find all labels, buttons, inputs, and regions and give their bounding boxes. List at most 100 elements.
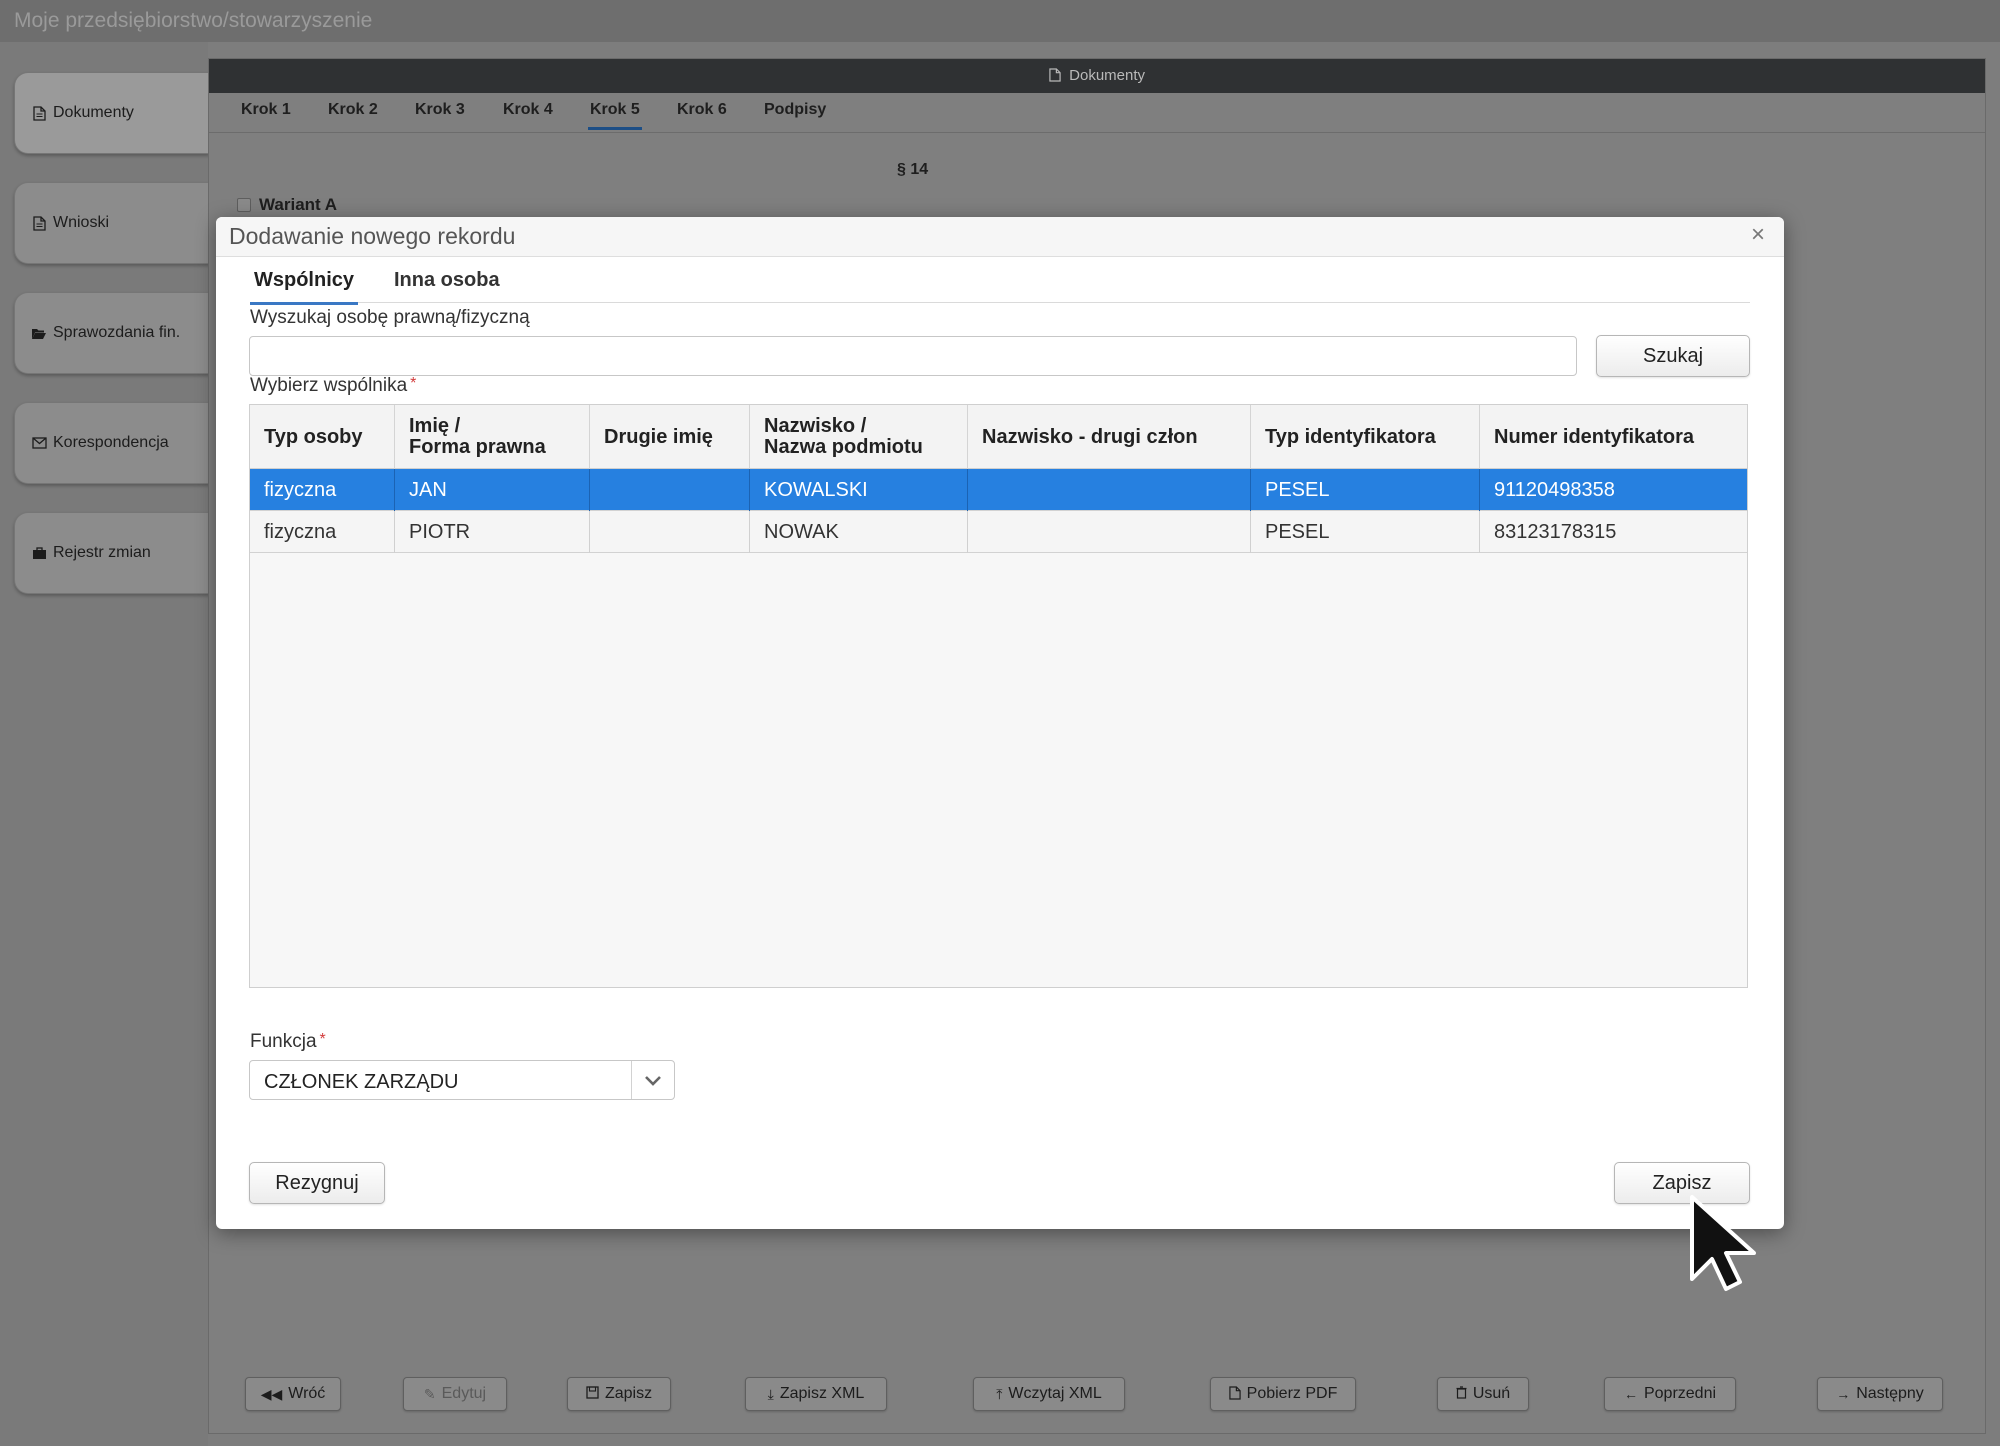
sidebar-item-wnioski[interactable]: Wnioski [14,182,210,264]
step-tabs: Krok 1 Krok 2 Krok 3 Krok 4 Krok 5 Krok … [209,93,1985,133]
table-cell: NOWAK [750,511,968,553]
table-cell: fizyczna [250,469,395,511]
app-title: Moje przedsiębiorstwo/stowarzyszenie [0,0,2000,42]
arrow-right-icon: → [1836,1386,1851,1402]
variant-checkbox[interactable] [237,198,251,212]
variant-label: Wariant A [259,195,338,214]
table-cell [968,511,1251,553]
column-header[interactable]: Typ identyfikatora [1251,405,1480,469]
tab-inna-osoba[interactable]: Inna osoba [390,269,504,302]
partners-table: Typ osoby Imię / Forma prawna Drugie imię… [249,404,1748,988]
function-label: Funkcja * [250,1031,326,1053]
load-xml-label: Wczytaj XML [1008,1385,1102,1402]
column-header-text: Typ identyfikatora [1265,425,1436,448]
column-header[interactable]: Numer identyfikatora [1480,405,1747,469]
table-cell [590,511,750,553]
sidebar: Dokumenty Wnioski Sprawozdania fin. Kore… [0,42,210,1446]
folder-open-icon [31,325,47,341]
table-cell: PIOTR [395,511,590,553]
load-xml-button[interactable]: ⤒ Wczytaj XML [973,1377,1125,1411]
sidebar-item-label: Korespondencja [53,434,169,451]
arrow-left-icon: ← [1623,1386,1638,1402]
tab-krok-1[interactable]: Krok 1 [239,101,293,127]
add-record-dialog: Dodawanie nowego rekordu × Wspólnicy Inn… [216,217,1784,1229]
document-icon [1049,67,1069,84]
column-header-text: Typ osoby [264,425,363,448]
tab-krok-5[interactable]: Krok 5 [588,101,642,130]
search-input[interactable] [249,336,1577,376]
previous-button[interactable]: ← Poprzedni [1604,1377,1736,1411]
download-pdf-label: Pobierz PDF [1246,1385,1338,1402]
sidebar-item-rejestr-zmian[interactable]: Rejestr zmian [14,512,210,594]
download-icon: ⤓ [767,1385,774,1402]
briefcase-icon [31,545,47,561]
column-header[interactable]: Imię / Forma prawna [395,405,590,469]
column-header[interactable]: Typ osoby [250,405,395,469]
search-button[interactable]: Szukaj [1596,335,1750,377]
table-cell: 83123178315 [1494,520,1617,543]
next-button-label: Następny [1856,1385,1924,1402]
delete-button[interactable]: Usuń [1437,1377,1529,1411]
document-header: Dokumenty [209,59,1985,93]
save-xml-button[interactable]: ⤓ Zapisz XML [745,1377,887,1411]
next-button[interactable]: → Następny [1817,1377,1943,1411]
table-header: Typ osoby Imię / Forma prawna Drugie imię… [250,405,1747,469]
double-chevron-left-icon: ◀◀ [260,1385,283,1402]
sidebar-item-label: Wnioski [53,214,110,231]
column-header-text: Imię / Forma prawna [409,415,546,458]
cancel-button[interactable]: Rezygnuj [249,1162,385,1204]
tab-krok-2[interactable]: Krok 2 [326,101,380,127]
mouse-pointer-icon [1690,1195,1756,1291]
upload-icon: ⤒ [996,1385,1003,1402]
table-row[interactable]: fizyczna JAN KOWALSKI PESEL 91120498358 [250,469,1747,511]
pdf-file-icon [1228,1385,1241,1403]
document-icon [31,105,47,121]
table-cell [968,469,1251,511]
required-mark: * [319,1031,326,1048]
column-header[interactable]: Drugie imię [590,405,750,469]
sidebar-item-label: Dokumenty [53,104,134,121]
trash-icon [1456,1386,1467,1402]
save-xml-label: Zapisz XML [779,1385,865,1402]
section-number: § 14 [897,161,929,178]
table-cell [590,469,750,511]
document-icon [31,215,47,231]
tab-podpisy[interactable]: Podpisy [762,101,828,127]
tab-wspolnicy[interactable]: Wspólnicy [250,269,359,305]
column-header-text: Drugie imię [604,425,713,448]
close-icon[interactable]: × [1746,223,1770,247]
dialog-title: Dodawanie nowego rekordu [229,223,516,249]
back-button[interactable]: ◀◀ Wróć [245,1377,341,1411]
save-document-button[interactable]: Zapisz [567,1377,671,1411]
save-document-label: Zapisz [604,1385,653,1402]
download-pdf-button[interactable]: Pobierz PDF [1210,1377,1356,1411]
delete-button-label: Usuń [1472,1385,1511,1402]
variant-option[interactable]: Wariant A [237,195,337,215]
document-toolbar: ◀◀ Wróć ✎ Edytuj Zapisz ⤓ Zapisz XML ⤒ Wczyt… [209,1377,1985,1413]
table-cell: JAN [395,469,590,511]
sidebar-item-korespondencja[interactable]: Korespondencja [14,402,210,484]
floppy-disk-icon [586,1386,599,1402]
function-select[interactable]: CZŁONEK ZARZĄDU [249,1060,675,1100]
table-cell: fizyczna [250,511,395,553]
envelope-icon [31,435,47,451]
document-header-title: Dokumenty [1069,67,1146,84]
pencil-icon: ✎ [423,1385,436,1402]
table-cell: PESEL [1251,469,1480,511]
column-header[interactable]: Nazwisko / Nazwa podmiotu [750,405,968,469]
column-header-text: Nazwisko / Nazwa podmiotu [764,415,923,458]
previous-button-label: Poprzedni [1643,1385,1717,1402]
sidebar-item-dokumenty[interactable]: Dokumenty [14,72,210,154]
edit-button[interactable]: ✎ Edytuj [403,1377,507,1411]
sidebar-item-sprawozdania[interactable]: Sprawozdania fin. [14,292,210,374]
function-label-text: Funkcja [250,1031,317,1052]
column-header[interactable]: Nazwisko - drugi człon [968,405,1251,469]
select-partner-label: Wybierz wspólnika * [250,375,416,397]
tab-krok-3[interactable]: Krok 3 [413,101,467,127]
tab-krok-4[interactable]: Krok 4 [501,101,555,127]
tab-krok-6[interactable]: Krok 6 [675,101,729,127]
table-row[interactable]: fizyczna PIOTR NOWAK PESEL 83123178315 [250,511,1747,553]
sidebar-item-label: Sprawozdania fin. [53,324,181,341]
chevron-down-icon[interactable] [631,1061,674,1099]
search-label: Wyszukaj osobę prawną/fizyczną [250,307,530,328]
